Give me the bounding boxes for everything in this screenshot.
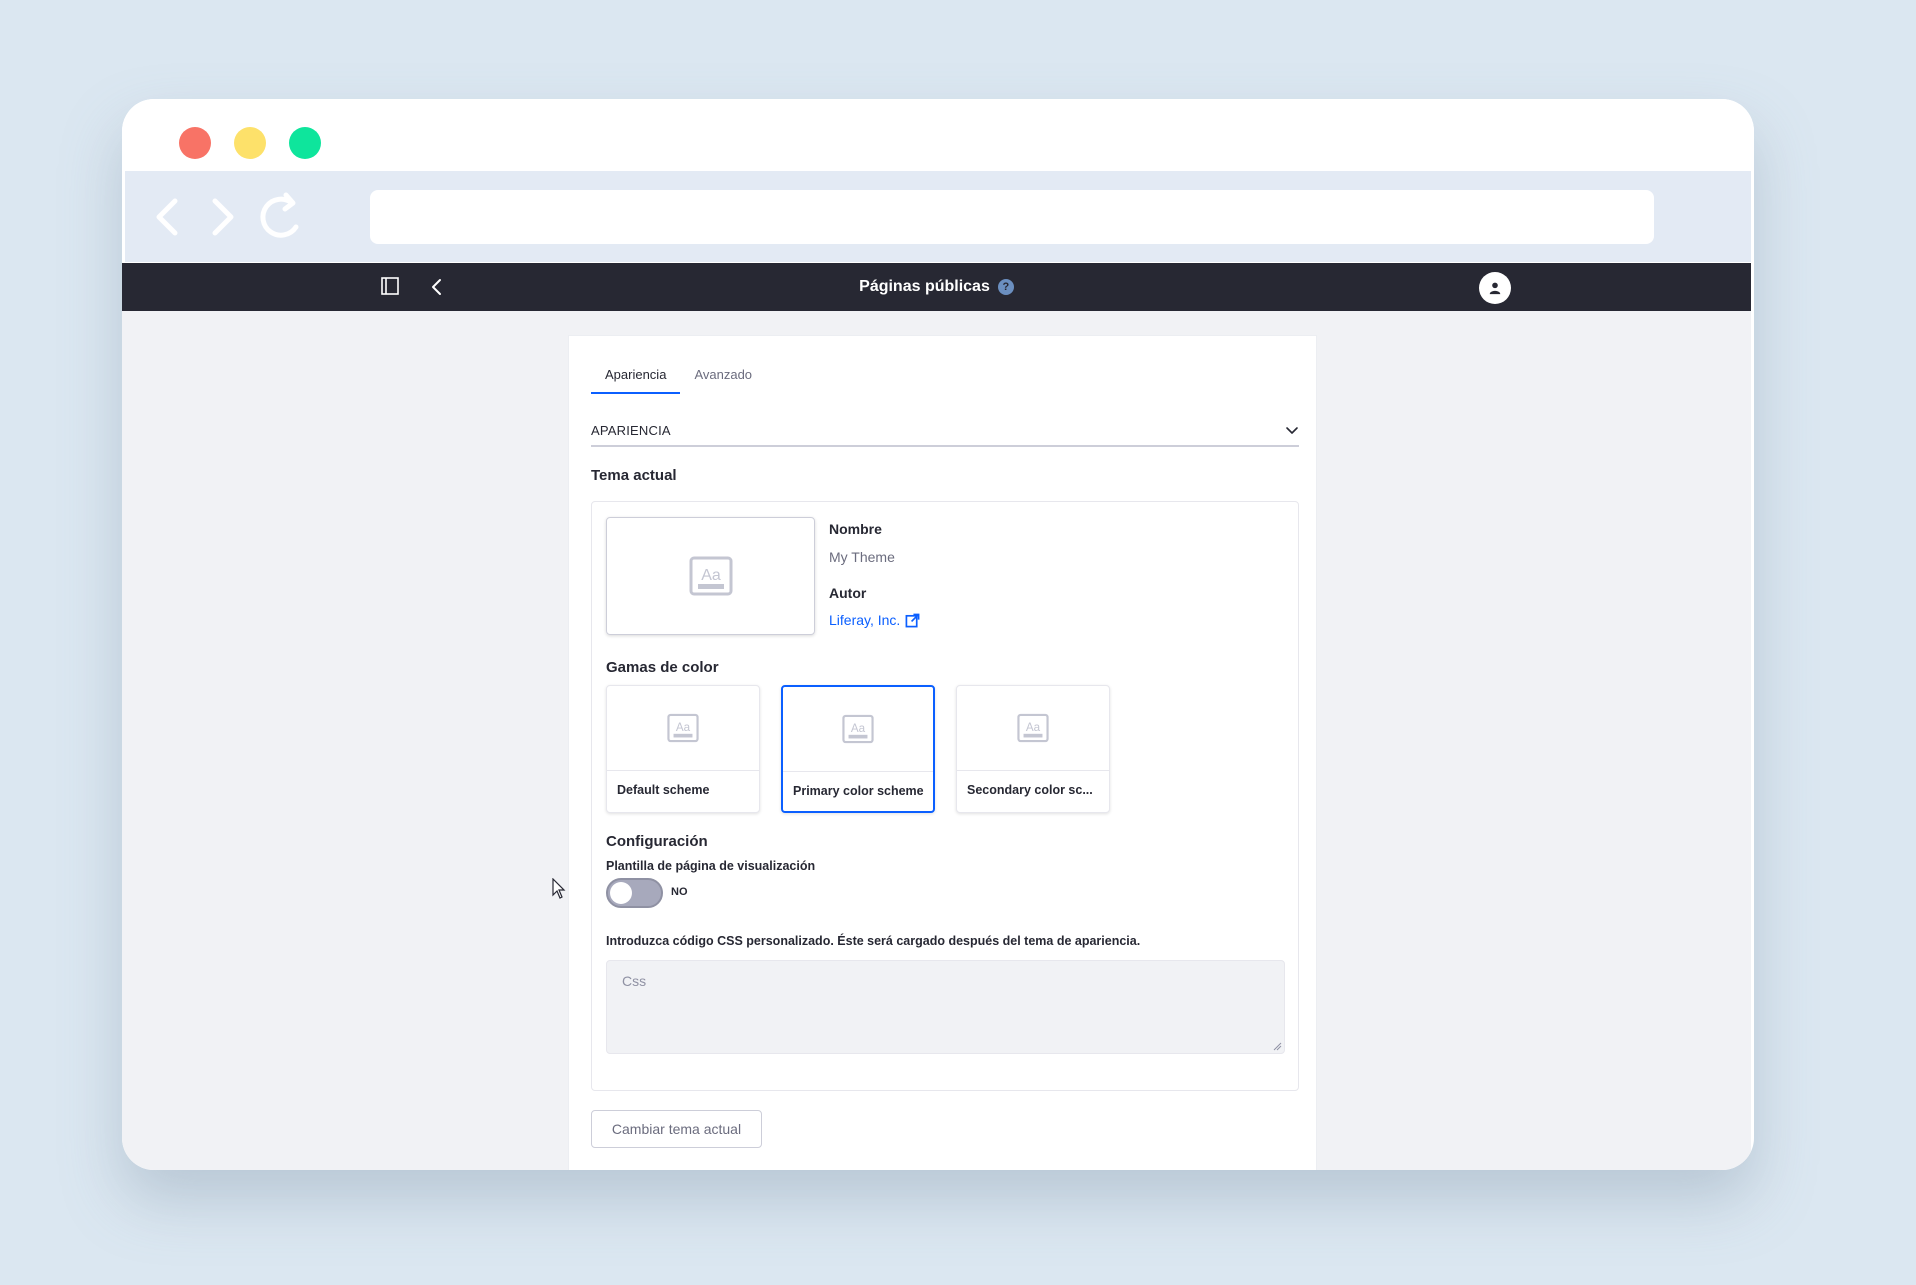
tab-apariencia[interactable]: Apariencia	[591, 359, 681, 394]
author-link[interactable]: Liferay, Inc.	[829, 612, 920, 628]
scheme-image: Aa	[607, 686, 759, 771]
svg-text:Aa: Aa	[701, 567, 721, 584]
scheme-card-primary[interactable]: Aa Primary color scheme	[781, 685, 935, 813]
scheme-image: Aa	[957, 686, 1109, 771]
help-icon[interactable]: ?	[997, 279, 1014, 295]
external-link-icon	[905, 613, 920, 627]
image-placeholder-icon: Aa	[1017, 713, 1049, 743]
resize-handle-icon[interactable]	[1272, 1041, 1282, 1051]
scheme-card-secondary[interactable]: Aa Secondary color sc...	[956, 685, 1110, 813]
close-window-button[interactable]	[179, 127, 211, 159]
image-placeholder-icon: Aa	[689, 556, 732, 596]
scheme-card-default[interactable]: Aa Default scheme	[606, 685, 760, 813]
author-label: Autor	[829, 585, 867, 601]
theme-thumbnail: Aa	[606, 517, 815, 635]
author-name: Liferay, Inc.	[829, 612, 901, 628]
display-page-template-toggle[interactable]	[606, 878, 663, 908]
reload-icon[interactable]	[256, 191, 308, 243]
svg-text:Aa: Aa	[676, 721, 691, 734]
browser-window: Páginas públicas ? Apariencia Avanzado A…	[122, 99, 1754, 1170]
chevron-down-icon	[1285, 423, 1299, 437]
color-schemes-heading: Gamas de color	[606, 659, 719, 676]
browser-toolbar	[125, 171, 1751, 262]
svg-text:Aa: Aa	[851, 722, 866, 735]
settings-panel: Apariencia Avanzado APARIENCIA Tema actu…	[568, 335, 1317, 1170]
maximize-window-button[interactable]	[289, 127, 321, 159]
mouse-cursor-icon	[552, 877, 568, 900]
image-placeholder-icon: Aa	[842, 714, 874, 744]
app-header: Páginas públicas ?	[122, 263, 1751, 311]
user-avatar-icon[interactable]	[1479, 272, 1511, 304]
scheme-image: Aa	[783, 687, 933, 772]
back-icon[interactable]	[143, 191, 195, 243]
scheme-name: Secondary color sc...	[967, 783, 1093, 797]
name-label: Nombre	[829, 521, 882, 537]
css-textarea[interactable]: Css	[606, 960, 1285, 1054]
change-theme-button[interactable]: Cambiar tema actual	[591, 1110, 762, 1148]
svg-text:Aa: Aa	[1026, 721, 1041, 734]
toggle-state-text: NO	[671, 886, 688, 898]
tab-bar: Apariencia Avanzado	[591, 359, 766, 394]
toggle-knob	[610, 882, 632, 904]
current-theme-heading: Tema actual	[591, 467, 677, 484]
image-placeholder-icon: Aa	[667, 713, 699, 743]
display-page-template-label: Plantilla de página de visualización	[606, 859, 816, 873]
css-label: Introduzca código CSS personalizado. Ést…	[606, 934, 1141, 948]
appearance-section-toggle[interactable]: APARIENCIA	[591, 415, 1299, 447]
css-placeholder: Css	[622, 973, 647, 989]
address-bar[interactable]	[370, 190, 1654, 244]
title-bar	[122, 99, 1754, 171]
configuration-heading: Configuración	[606, 833, 708, 850]
scheme-name: Default scheme	[617, 783, 710, 797]
theme-card: Aa Nombre My Theme Autor Liferay, Inc. G…	[591, 501, 1299, 1091]
section-title: APARIENCIA	[591, 422, 671, 438]
forward-icon[interactable]	[195, 191, 247, 243]
main-content: Apariencia Avanzado APARIENCIA Tema actu…	[122, 311, 1751, 1170]
minimize-window-button[interactable]	[234, 127, 266, 159]
theme-name: My Theme	[829, 549, 895, 565]
tab-avanzado[interactable]: Avanzado	[680, 359, 766, 394]
page-title: Páginas públicas	[859, 278, 990, 295]
scheme-name: Primary color scheme	[793, 784, 924, 798]
